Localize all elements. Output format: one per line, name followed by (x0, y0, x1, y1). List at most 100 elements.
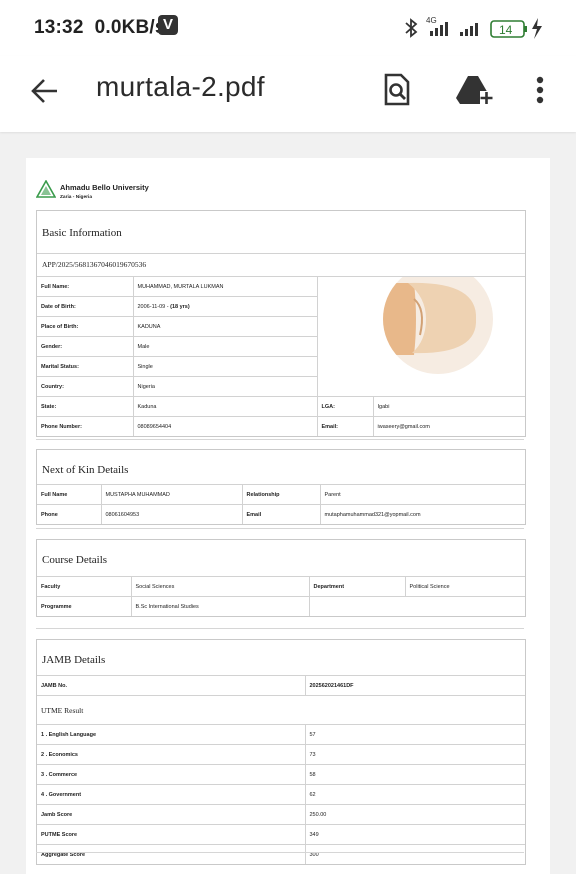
table-row: Phone Number: 08089654404 Email: iwaseer… (37, 416, 525, 436)
label-gender: Gender: (37, 336, 134, 357)
value-kin-email: mutaphamuhammad321@yopmail.com (320, 504, 525, 524)
table-row: 3 . Commerce 58 (37, 764, 525, 785)
label-department: Department (309, 576, 406, 597)
value-kin-name: MUSTAPHA MUHAMMAD (101, 484, 243, 505)
table-row: Jamb Score 250.00 (37, 804, 525, 825)
label-jamb-no: JAMB No. (37, 675, 306, 696)
value-kin-phone: 08061604953 (101, 504, 243, 524)
jamb-table: JAMB No. 202562021461DF UTME Result 1 . … (37, 675, 525, 864)
status-bar: 13:32 0.0KB/s V 4G 14 (0, 0, 576, 56)
label-aggregate-score: Aggregate Score (37, 844, 306, 864)
next-of-kin-section: Next of Kin Details Full Name MUSTAPHA M… (36, 449, 526, 525)
signal-icon-2 (460, 23, 478, 36)
divider (36, 528, 524, 529)
value-full-name: MUHAMMAD, MURTALA LUKMAN (133, 276, 317, 297)
value-state: Kaduna (133, 396, 318, 417)
label-phone: Phone Number: (37, 416, 134, 436)
value-programme: B.Sc International Studies (131, 596, 310, 616)
value-dob: 2006-11-09 - (18 yrs) (133, 296, 317, 317)
table-row: Full Name MUSTAPHA MUHAMMAD Relationship… (37, 484, 525, 505)
label-kin-phone: Phone (37, 504, 102, 524)
basic-information-section: Basic Information APP/2025/5681367046019… (36, 210, 526, 437)
label-jamb-score: Jamb Score (37, 804, 306, 825)
table-row: State: Kaduna LGA: Igabi (37, 396, 525, 417)
label-kin-email: Email (242, 504, 321, 524)
subject-label: 4 . Government (37, 784, 306, 805)
subject-score: 62 (305, 784, 525, 805)
university-header: Ahmadu Bello University Zaria - Nigeria (35, 179, 149, 203)
value-department: Political Science (405, 576, 525, 597)
value-phone: 08089654404 (133, 416, 318, 436)
value-marital-status: Single (133, 356, 317, 377)
arrow-left-icon[interactable] (30, 76, 60, 106)
university-name: Ahmadu Bello University (60, 183, 149, 192)
value-email: iwaseery@gmail.com (373, 416, 525, 436)
course-table: Faculty Social Sciences Department Polit… (37, 576, 525, 616)
university-logo-icon (35, 179, 57, 198)
divider (36, 852, 524, 853)
status-time: 13:32 0.0KB/s (34, 17, 166, 38)
add-to-drive-icon[interactable] (456, 74, 494, 108)
application-id: APP/2025/5681367046019670536 (37, 253, 525, 276)
divider (36, 439, 524, 440)
notification-badge: V (158, 15, 178, 35)
value-jamb-no: 202562021461DF (305, 675, 525, 696)
battery-level: 14 (499, 23, 513, 37)
pdf-page[interactable]: Ahmadu Bello University Zaria - Nigeria … (26, 158, 550, 874)
label-faculty: Faculty (37, 576, 132, 597)
label-state: State: (37, 396, 134, 417)
section-title: Basic Information (42, 227, 122, 239)
table-row: Phone 08061604953 Email mutaphamuhammad3… (37, 504, 525, 524)
subject-label: 2 . Economics (37, 744, 306, 765)
table-row: 2 . Economics 73 (37, 744, 525, 765)
label-lga: LGA: (317, 396, 374, 417)
value-lga: Igabi (373, 396, 525, 417)
table-row: PUTME Score 349 (37, 824, 525, 845)
value-country: Nigeria (133, 376, 317, 397)
label-dob: Date of Birth: (37, 296, 134, 317)
value-relationship: Parent (320, 484, 525, 505)
passport-photo-cell (316, 276, 525, 397)
table-row: 4 . Government 62 (37, 784, 525, 805)
basic-info-table: Full Name: MUHAMMAD, MURTALA LUKMAN Date… (37, 276, 525, 436)
network-type: 4G (426, 16, 437, 25)
app-bar: murtala-2.pdf (0, 56, 576, 132)
label-kin-name: Full Name (37, 484, 102, 505)
subject-score: 58 (305, 764, 525, 785)
table-row: JAMB No. 202562021461DF (37, 675, 525, 696)
document-title: murtala-2.pdf (96, 71, 265, 102)
subject-label: 1 . English Language (37, 724, 306, 745)
table-row: 1 . English Language 57 (37, 724, 525, 745)
table-row: Programme B.Sc International Studies (37, 596, 525, 616)
value-pob: KADUNA (133, 316, 317, 337)
subject-score: 57 (305, 724, 525, 745)
table-row: Faculty Social Sciences Department Polit… (37, 576, 525, 597)
jamb-details-section: JAMB Details JAMB No. 202562021461DF UTM… (36, 639, 526, 865)
subject-label: 3 . Commerce (37, 764, 306, 785)
table-row: Aggregate Score 300 (37, 844, 525, 864)
label-programme: Programme (37, 596, 132, 616)
battery-icon: 14 (490, 20, 527, 38)
charging-icon (532, 18, 542, 39)
table-row: UTME Result (37, 695, 525, 725)
label-email: Email: (317, 416, 374, 436)
university-location: Zaria - Nigeria (60, 195, 92, 200)
value-gender: Male (133, 336, 317, 357)
label-country: Country: (37, 376, 134, 397)
divider (36, 628, 524, 629)
value-aggregate-score: 300 (305, 844, 525, 864)
label-full-name: Full Name: (37, 276, 134, 297)
section-title: Course Details (42, 554, 108, 566)
table-row: Full Name: MUHAMMAD, MURTALA LUKMAN (37, 276, 525, 397)
section-title: Next of Kin Details (42, 464, 129, 476)
value-jamb-score: 250.00 (305, 804, 525, 825)
course-details-section: Course Details Faculty Social Sciences D… (36, 539, 526, 617)
value-faculty: Social Sciences (131, 576, 310, 597)
more-vert-icon[interactable] (535, 76, 545, 106)
passport-photo (382, 277, 493, 374)
label-relationship: Relationship (242, 484, 321, 505)
search-document-icon[interactable] (383, 73, 411, 107)
bluetooth-icon (405, 18, 418, 38)
value-putme-score: 349 (305, 824, 525, 845)
label-putme-score: PUTME Score (37, 824, 306, 845)
